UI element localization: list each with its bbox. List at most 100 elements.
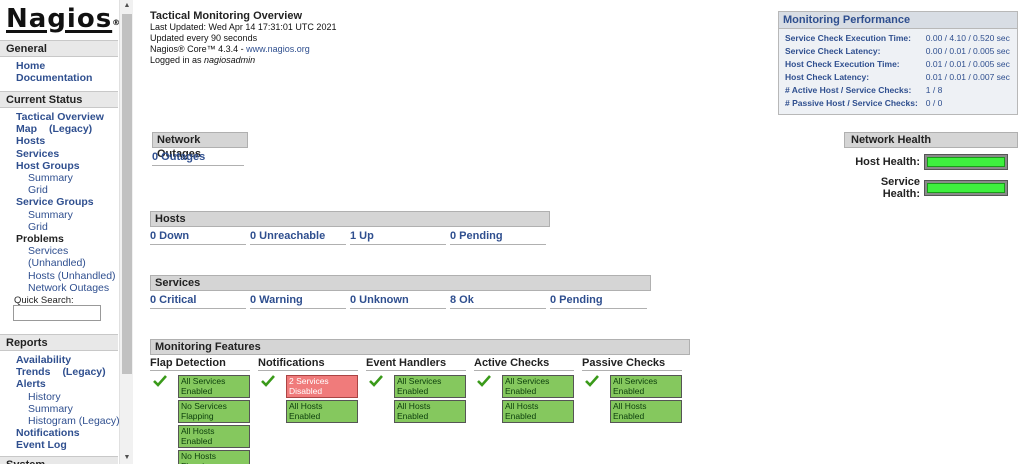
nav-host-groups[interactable]: Host Groups — [0, 160, 118, 172]
checkmark-icon — [369, 375, 383, 387]
network-outages-heading: Network Outages — [152, 132, 248, 160]
feature-event-handlers: Event Handlers All Services Enabled All … — [366, 357, 474, 451]
host-health-fill — [927, 157, 1005, 167]
nav-service-groups[interactable]: Service Groups — [0, 196, 118, 208]
service-latency-link[interactable]: Service Check Latency: — [785, 46, 880, 56]
nav-alerts-summary[interactable]: Summary — [0, 403, 118, 415]
nav-host-groups-summary[interactable]: Summary — [0, 172, 118, 184]
nav-general: General Home Documentation — [0, 40, 118, 84]
nav-problems-network-outages[interactable]: Network Outages — [0, 282, 118, 294]
nav-reports-heading: Reports — [0, 334, 118, 351]
service-health-fill — [927, 183, 1005, 193]
passive-checks-hosts-enabled-badge[interactable]: All Hosts Enabled — [610, 400, 682, 423]
host-exec-time-value: 0.01 / 0.01 / 0.005 sec — [925, 59, 1010, 69]
table-row: # Active Host / Service Checks: 1 / 8 — [781, 84, 1014, 97]
nav-notifications[interactable]: Notifications — [0, 427, 118, 439]
nav-alerts[interactable]: Alerts — [0, 378, 118, 390]
nav-map-legacy[interactable]: (Legacy) — [49, 123, 92, 135]
active-checks-value: 1 / 8 — [925, 85, 943, 95]
hosts-pending-link[interactable]: 0 Pending — [450, 227, 546, 245]
table-row: Service Check Latency: 0.00 / 0.01 / 0.00… — [781, 45, 1014, 58]
notifications-hosts-enabled-badge[interactable]: All Hosts Enabled — [286, 400, 358, 423]
scroll-up-arrow-icon[interactable]: ▲ — [120, 0, 134, 12]
nav-host-groups-grid[interactable]: Grid — [0, 184, 118, 196]
network-health-box: Network Health Host Health: Service Heal… — [844, 132, 1018, 200]
flap-services-flapping-badge[interactable]: No Services Flapping — [178, 400, 250, 423]
notifications-services-disabled-badge[interactable]: 2 Services Disabled — [286, 375, 358, 398]
nav-problems-services[interactable]: Services — [0, 245, 118, 257]
hosts-box: Hosts 0 Down 0 Unreachable 1 Up 0 Pendin… — [150, 211, 550, 245]
sidebar-scrollbar[interactable]: ▲ ▼ — [119, 0, 133, 464]
hosts-up-link[interactable]: 1 Up — [350, 227, 446, 245]
version-text: Nagios® Core™ 4.3.4 - — [150, 44, 247, 54]
nav-alerts-histogram[interactable]: Histogram (Legacy) — [0, 415, 120, 427]
outages-count-link[interactable]: 0 Outages — [152, 148, 244, 166]
service-exec-time-link[interactable]: Service Check Execution Time: — [785, 33, 911, 43]
active-checks-services-enabled-badge[interactable]: All Services Enabled — [502, 375, 574, 398]
nav-problems-services-unhandled[interactable]: (Unhandled) — [0, 257, 118, 269]
nav-availability[interactable]: Availability — [0, 354, 118, 366]
monitoring-features-heading: Monitoring Features — [150, 339, 690, 355]
active-checks-link[interactable]: # Active Host / Service Checks: — [785, 85, 911, 95]
nav-tactical-overview[interactable]: Tactical Overview — [0, 111, 118, 123]
network-outages-box: Network Outages 0 Outages — [152, 132, 248, 166]
nav-current-status: Current Status Tactical Overview Map (Leg… — [0, 91, 118, 306]
hosts-heading: Hosts — [150, 211, 550, 227]
active-checks-hosts-enabled-badge[interactable]: All Hosts Enabled — [502, 400, 574, 423]
passive-checks-link[interactable]: # Passive Host / Service Checks: — [785, 98, 918, 108]
service-health-bar — [924, 180, 1008, 196]
scroll-down-arrow-icon[interactable]: ▼ — [120, 452, 134, 464]
nav-general-heading: General — [0, 40, 118, 57]
services-critical-link[interactable]: 0 Critical — [150, 291, 246, 309]
nagios-logo[interactable]: Nagios® — [6, 3, 121, 35]
services-pending-link[interactable]: 0 Pending — [550, 291, 647, 309]
feature-passive-checks: Passive Checks All Services Enabled All … — [582, 357, 690, 451]
table-row: Host Check Latency: 0.01 / 0.01 / 0.007 s… — [781, 71, 1014, 84]
nav-trends-legacy[interactable]: (Legacy) — [62, 366, 105, 378]
flap-hosts-enabled-badge[interactable]: All Hosts Enabled — [178, 425, 250, 448]
services-warning-link[interactable]: 0 Warning — [250, 291, 346, 309]
host-latency-link[interactable]: Host Check Latency: — [785, 72, 869, 82]
nav-trends[interactable]: Trends — [16, 366, 50, 378]
checkmark-icon — [477, 375, 491, 387]
services-box: Services 0 Critical 0 Warning 0 Unknown … — [150, 275, 651, 309]
feature-notifications: Notifications 2 Services Disabled All Ho… — [258, 357, 366, 451]
table-row: Service Check Execution Time: 0.00 / 4.10… — [781, 32, 1014, 45]
services-ok-link[interactable]: 8 Ok — [450, 291, 546, 309]
nav-problems-hosts-unhandled[interactable]: Hosts (Unhandled) — [0, 270, 118, 282]
host-latency-value: 0.01 / 0.01 / 0.007 sec — [925, 72, 1010, 82]
monitoring-performance-box: Monitoring Performance Service Check Exe… — [778, 11, 1018, 115]
nav-alerts-history[interactable]: History — [0, 391, 118, 403]
hosts-unreachable-link[interactable]: 0 Unreachable — [250, 227, 346, 245]
nav-services[interactable]: Services — [0, 148, 118, 160]
logged-in-user: nagiosadmin — [204, 55, 256, 65]
event-handlers-hosts-enabled-badge[interactable]: All Hosts Enabled — [394, 400, 466, 423]
nav-problems: Problems — [16, 233, 64, 246]
host-exec-time-link[interactable]: Host Check Execution Time: — [785, 59, 900, 69]
nav-service-groups-grid[interactable]: Grid — [0, 221, 118, 233]
flap-hosts-flapping-badge[interactable]: No Hosts Flapping — [178, 450, 250, 464]
feature-title: Flap Detection — [150, 357, 250, 371]
nav-map[interactable]: Map — [16, 123, 37, 135]
feature-title: Active Checks — [474, 357, 574, 371]
nav-event-log[interactable]: Event Log — [0, 439, 118, 451]
flap-services-enabled-badge[interactable]: All Services Enabled — [178, 375, 250, 398]
feature-flap-detection: Flap Detection All Services Enabled No S… — [150, 357, 258, 464]
nav-service-groups-summary[interactable]: Summary — [0, 209, 118, 221]
nav-documentation[interactable]: Documentation — [0, 72, 118, 84]
feature-title: Event Handlers — [366, 357, 466, 371]
nav-home[interactable]: Home — [0, 60, 118, 72]
quick-search-input[interactable] — [13, 305, 101, 321]
hosts-down-link[interactable]: 0 Down — [150, 227, 246, 245]
services-unknown-link[interactable]: 0 Unknown — [350, 291, 446, 309]
monitoring-performance-heading: Monitoring Performance — [779, 12, 1017, 29]
event-handlers-services-enabled-badge[interactable]: All Services Enabled — [394, 375, 466, 398]
nav-system-heading: System — [0, 456, 118, 464]
nav-hosts[interactable]: Hosts — [0, 135, 118, 147]
host-health-label: Host Health: — [855, 156, 920, 168]
checkmark-icon — [153, 375, 167, 387]
performance-table: Service Check Execution Time: 0.00 / 4.10… — [781, 32, 1014, 110]
passive-checks-services-enabled-badge[interactable]: All Services Enabled — [610, 375, 682, 398]
scrollbar-thumb[interactable] — [122, 14, 132, 374]
nagios-website-link[interactable]: www.nagios.org — [246, 44, 310, 54]
